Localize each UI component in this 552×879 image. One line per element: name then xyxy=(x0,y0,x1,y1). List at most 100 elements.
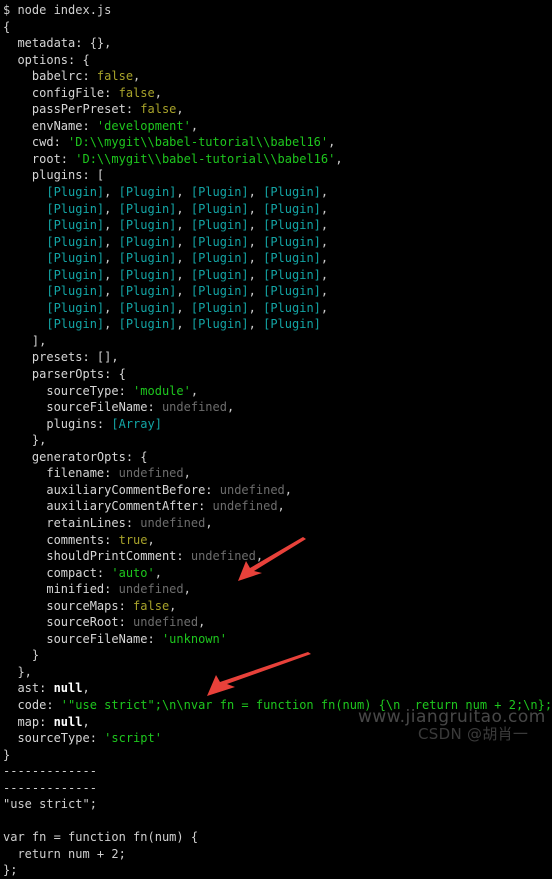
console-line-minified: minified: undefined, xyxy=(0,581,552,598)
token: [Plugin] xyxy=(263,317,321,332)
token: [Plugin] xyxy=(263,284,321,299)
token: , xyxy=(176,267,191,282)
token: [Plugin] xyxy=(46,201,105,216)
token: , xyxy=(320,251,329,266)
token: undefined xyxy=(219,482,285,497)
token: , xyxy=(104,234,119,249)
token: , xyxy=(176,300,191,315)
token: , xyxy=(248,300,264,315)
console-line-plugins-row-4: [Plugin], [Plugin], [Plugin], [Plugin], xyxy=(0,234,552,251)
token: [Plugin] xyxy=(263,267,321,282)
token: , xyxy=(147,532,155,547)
token: 'module' xyxy=(133,383,191,398)
token: , xyxy=(104,185,119,200)
token: [Plugin] xyxy=(263,201,321,216)
console-line-root: root: 'D:\\mygit\\babel-tutorial\\babel1… xyxy=(0,151,552,168)
token: cwd: xyxy=(3,135,69,150)
token: [Plugin] xyxy=(190,218,249,233)
token: , xyxy=(320,284,329,299)
token: , xyxy=(104,317,119,332)
token: undefined xyxy=(190,549,256,564)
token: [Plugin] xyxy=(46,300,105,315)
console-line-presets: presets: [], xyxy=(0,349,552,366)
token: , xyxy=(176,317,191,332)
token: , xyxy=(320,267,329,282)
console-line-filename: filename: undefined, xyxy=(0,465,552,482)
token: false xyxy=(133,598,170,613)
token: sourceType: xyxy=(3,731,105,746)
token: undefined xyxy=(140,515,206,530)
token: , xyxy=(226,400,235,415)
token: [Plugin] xyxy=(190,284,249,299)
token: [], xyxy=(96,350,119,365)
console-line-sourceFileName-parser: sourceFileName: undefined, xyxy=(0,399,552,416)
console-line-plugins-close: ], xyxy=(0,333,552,350)
console-line-map: map: null, xyxy=(0,714,552,731)
token: } xyxy=(3,648,40,663)
console-line-plugins-row-2: [Plugin], [Plugin], [Plugin], [Plugin], xyxy=(0,201,552,218)
console-line-output-use-strict: "use strict"; xyxy=(0,796,552,813)
token: undefined xyxy=(133,615,199,630)
token: ], xyxy=(3,333,47,348)
console-line-auxiliaryCommentBefore: auxiliaryCommentBefore: undefined, xyxy=(0,482,552,499)
token: , xyxy=(284,482,293,497)
token: [Plugin] xyxy=(263,251,321,266)
terminal-window[interactable]: $ node index.js { metadata: {}, options: … xyxy=(0,0,552,877)
token: [Plugin] xyxy=(190,251,249,266)
console-line-separator-1: ------------- xyxy=(0,763,552,780)
token: [Plugin] xyxy=(263,300,321,315)
token: presets: xyxy=(3,350,97,365)
token: babelrc: xyxy=(3,69,97,84)
token: }, xyxy=(3,664,32,679)
console-line-options-open: options: { xyxy=(0,52,552,69)
token: passPerPreset: xyxy=(3,102,141,117)
console-line-plugins-row-6: [Plugin], [Plugin], [Plugin], [Plugin], xyxy=(0,267,552,284)
console-line-output-fn-return: return num + 2; xyxy=(0,846,552,863)
token: 'auto' xyxy=(111,565,155,580)
token: [Plugin] xyxy=(118,201,177,216)
token: false xyxy=(96,69,134,84)
token: "use strict"; xyxy=(3,797,97,812)
token: , xyxy=(190,118,199,133)
token: , xyxy=(277,499,285,514)
token: , xyxy=(176,234,191,249)
console-line-generatorOpts-open: generatorOpts: { xyxy=(0,449,552,466)
token: auxiliaryCommentAfter: xyxy=(3,499,213,514)
token: root: xyxy=(3,151,76,166)
token: return num + 2; xyxy=(3,846,126,861)
token: true xyxy=(118,532,148,547)
console-line-obj-open: { xyxy=(0,19,552,36)
console-line-passPerPreset: passPerPreset: false, xyxy=(0,101,552,118)
console-line-prompt-line: $ node index.js xyxy=(0,2,552,19)
token: var fn = function fn(num) { xyxy=(3,830,199,845)
token: , xyxy=(320,185,329,200)
token: false xyxy=(140,102,177,117)
console-line-code: code: '"use strict";\n\nvar fn = functio… xyxy=(0,697,552,714)
token: , xyxy=(176,218,191,233)
token: '"use strict";\n\nvar fn = function fn(n… xyxy=(60,697,552,712)
token: ast: xyxy=(3,681,54,696)
token: sourceRoot: xyxy=(3,615,134,630)
console-output: $ node index.js { metadata: {}, options: … xyxy=(0,2,552,879)
console-line-output-blank xyxy=(0,813,552,830)
token: , xyxy=(176,284,191,299)
token: 'development' xyxy=(96,118,191,133)
console-line-envName: envName: 'development', xyxy=(0,118,552,135)
console-line-parserOpts-close: }, xyxy=(0,432,552,449)
console-line-generatorOpts-close: } xyxy=(0,647,552,664)
token: sourceMaps: xyxy=(3,598,134,613)
token: [Plugin] xyxy=(118,267,177,282)
token: }, xyxy=(3,433,47,448)
console-line-retainLines: retainLines: undefined, xyxy=(0,515,552,532)
token: , xyxy=(248,201,264,216)
token: , xyxy=(248,234,264,249)
console-line-plugins-open: plugins: [ xyxy=(0,167,552,184)
token: , xyxy=(104,284,119,299)
token: [Plugin] xyxy=(263,218,321,233)
token: , xyxy=(198,615,206,630)
token: envName: xyxy=(3,118,97,133)
